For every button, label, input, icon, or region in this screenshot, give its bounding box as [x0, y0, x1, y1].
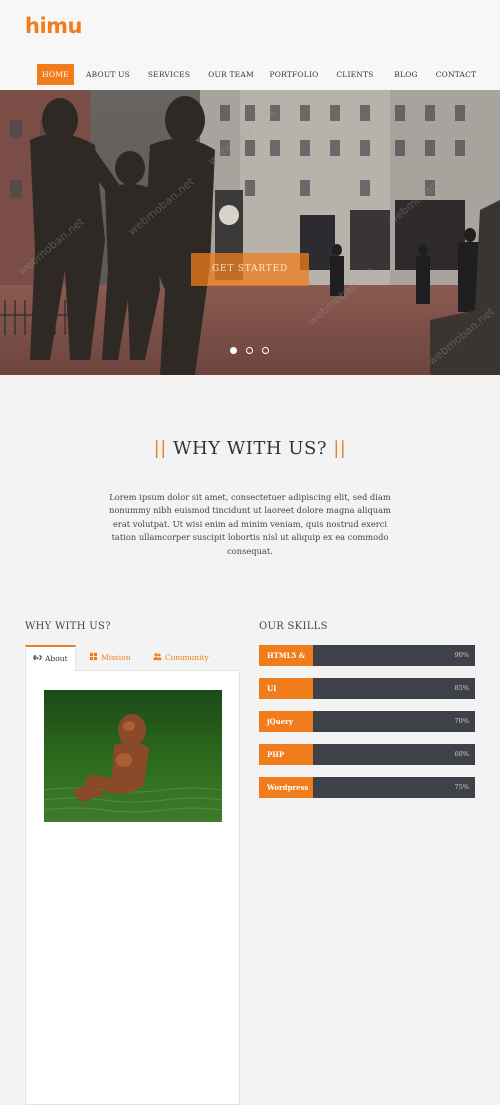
nav-item-blog[interactable]: BLOG	[391, 64, 421, 85]
skill-name: Wordpress	[259, 777, 313, 798]
skill-bar: PHP 60%	[259, 744, 475, 765]
skill-name: UI	[259, 678, 313, 699]
about-image	[44, 690, 222, 822]
tab-about-label: About	[45, 654, 68, 663]
skill-bar: HTML5 & 90%	[259, 645, 475, 666]
slider-dots	[0, 347, 500, 357]
skill-percent: 60%	[454, 750, 469, 758]
why-title-text: WHY WITH US?	[173, 438, 327, 459]
skill-percent: 75%	[454, 783, 469, 791]
hero-slider: webmoban.net webmoban.net webmoban.net w…	[0, 90, 500, 375]
skill-name: HTML5 &	[259, 645, 313, 666]
why-section-title: || WHY WITH US? ||	[0, 438, 500, 459]
users-icon	[153, 653, 162, 661]
skill-percent: 90%	[454, 651, 469, 659]
slider-dot[interactable]	[230, 347, 237, 354]
nav-item-services[interactable]: SERVICES	[145, 64, 193, 85]
skill-bar: jQuery 70%	[259, 711, 475, 732]
main-nav: HOME ABOUT US SERVICES OUR TEAM PORTFOLI…	[0, 64, 500, 86]
site-logo[interactable]: himu	[25, 14, 82, 38]
nav-item-portfolio[interactable]: PORTFOLIO	[268, 64, 320, 85]
skill-bar: UI 85%	[259, 678, 475, 699]
tabs-section-title: WHY WITH US?	[25, 621, 111, 632]
tab-community-label: Community	[165, 653, 209, 662]
why-intro-text: Lorem ipsum dolor sit amet, consectetuer…	[109, 492, 391, 556]
slider-dot[interactable]	[262, 347, 269, 354]
get-started-button[interactable]: GET STARTED	[191, 253, 309, 286]
nav-item-home[interactable]: HOME	[37, 64, 74, 85]
tab-mission-label: Mission	[101, 653, 131, 662]
skill-percent: 85%	[454, 684, 469, 692]
hero-image	[0, 90, 500, 375]
skill-name: PHP	[259, 744, 313, 765]
site-header: himu HOME ABOUT US SERVICES OUR TEAM POR…	[0, 0, 500, 90]
link-icon	[33, 655, 42, 660]
title-bar-left: ||	[153, 438, 167, 459]
tab-mission[interactable]: Mission	[89, 645, 131, 671]
skills-section-title: OUR SKILLS	[259, 621, 328, 632]
nav-item-contact[interactable]: CONTACT	[434, 64, 478, 85]
grid-icon	[89, 652, 98, 661]
tab-about[interactable]: About	[25, 645, 76, 671]
title-bar-right: ||	[333, 438, 347, 459]
skill-bar: Wordpress 75%	[259, 777, 475, 798]
nav-item-clients[interactable]: CLIENTS	[333, 64, 377, 85]
tab-community[interactable]: Community	[153, 645, 209, 671]
tab-strip: About Mission Community	[25, 645, 240, 671]
nav-item-our-team[interactable]: OUR TEAM	[207, 64, 255, 85]
nav-item-about-us[interactable]: ABOUT US	[84, 64, 132, 85]
skill-percent: 70%	[454, 717, 469, 725]
slider-dot[interactable]	[246, 347, 253, 354]
skill-name: jQuery	[259, 711, 313, 732]
